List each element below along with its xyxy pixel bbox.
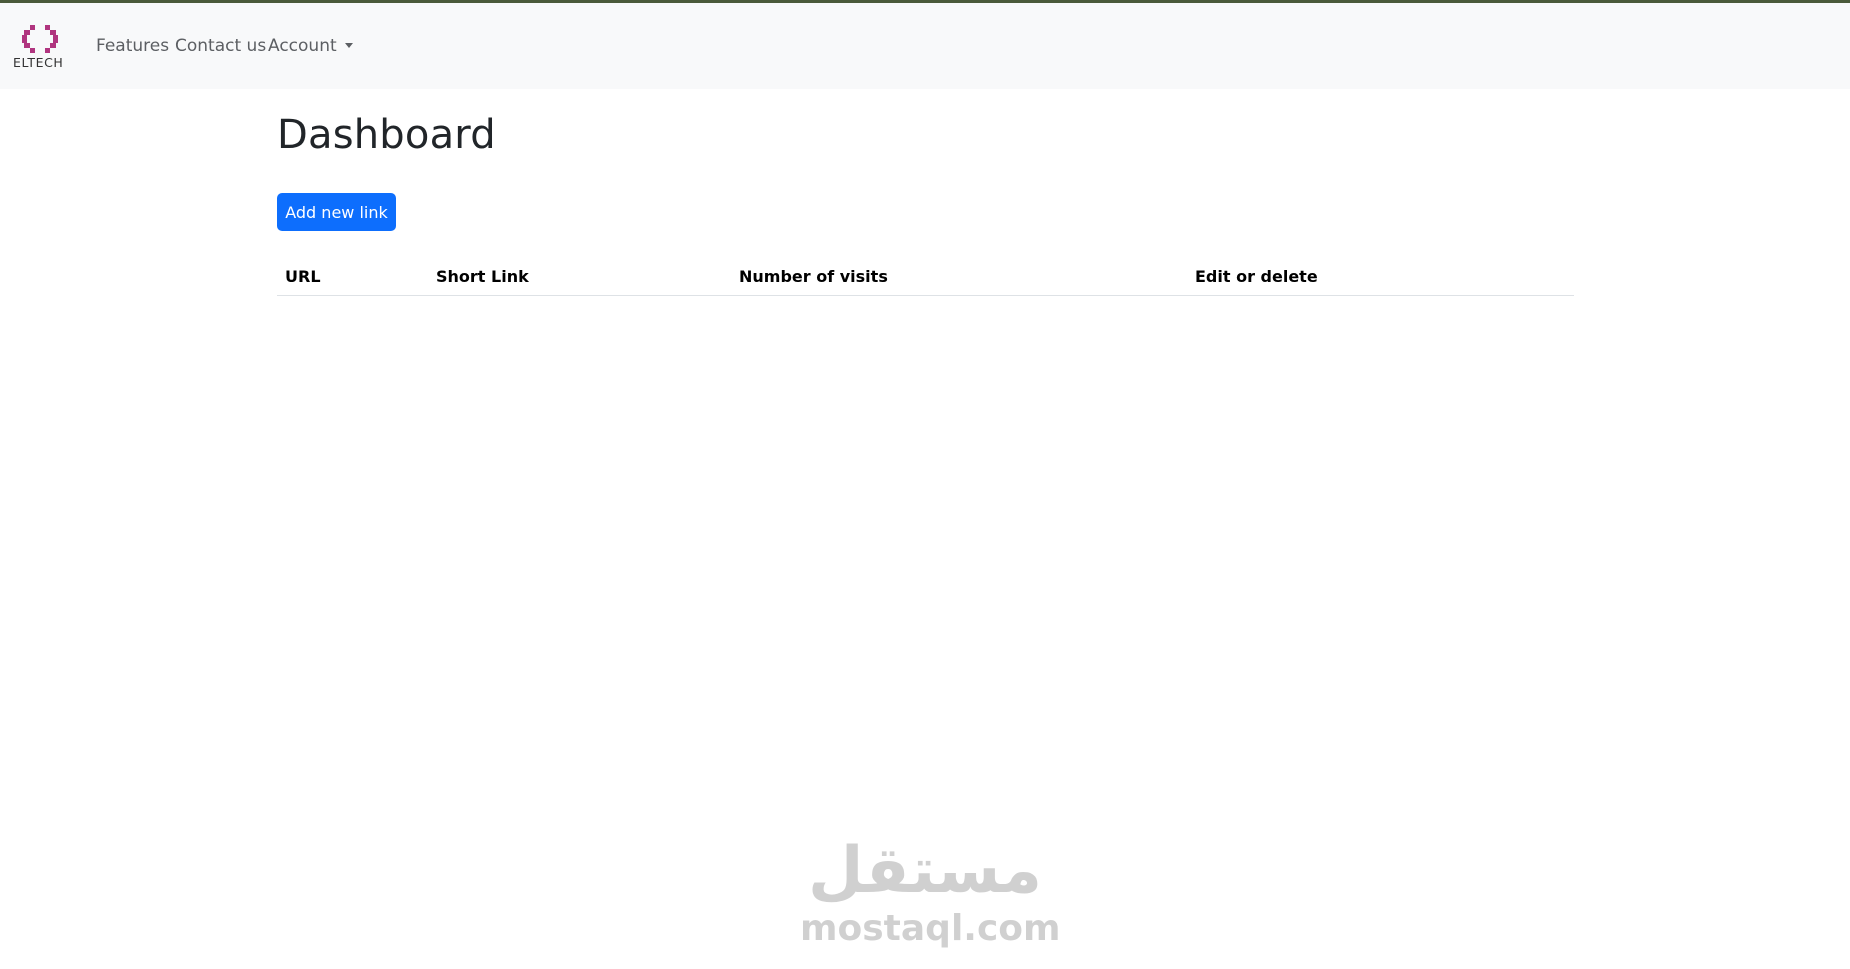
eltech-logo-icon [22, 25, 58, 53]
nav-link-features[interactable]: Features [96, 36, 169, 56]
brand-name: ELTECH [13, 55, 64, 70]
table-header: URL Short Link Number of visits Edit or … [277, 258, 1574, 296]
column-header-short-link: Short Link [428, 258, 731, 296]
links-table: URL Short Link Number of visits Edit or … [277, 258, 1574, 296]
watermark-arabic-text: مستقل [807, 834, 1043, 908]
column-header-number-of-visits: Number of visits [731, 258, 1187, 296]
navbar: ELTECH Features Contact us Account [0, 3, 1850, 89]
table-header-row: URL Short Link Number of visits Edit or … [277, 258, 1574, 296]
watermark: مستقل mostaql.com [800, 834, 1061, 951]
column-header-edit-or-delete: Edit or delete [1187, 258, 1574, 296]
page-title: Dashboard [277, 112, 496, 158]
add-new-link-button[interactable]: Add new link [277, 193, 396, 231]
caret-down-icon [344, 43, 353, 48]
watermark-latin-text: mostaql.com [800, 908, 1061, 949]
nav-dropdown-account[interactable]: Account [268, 36, 353, 56]
nav-account-label: Account [268, 36, 337, 56]
brand-logo-link[interactable]: ELTECH [12, 23, 72, 73]
nav-link-contact-us[interactable]: Contact us [175, 36, 266, 56]
column-header-url: URL [277, 258, 428, 296]
